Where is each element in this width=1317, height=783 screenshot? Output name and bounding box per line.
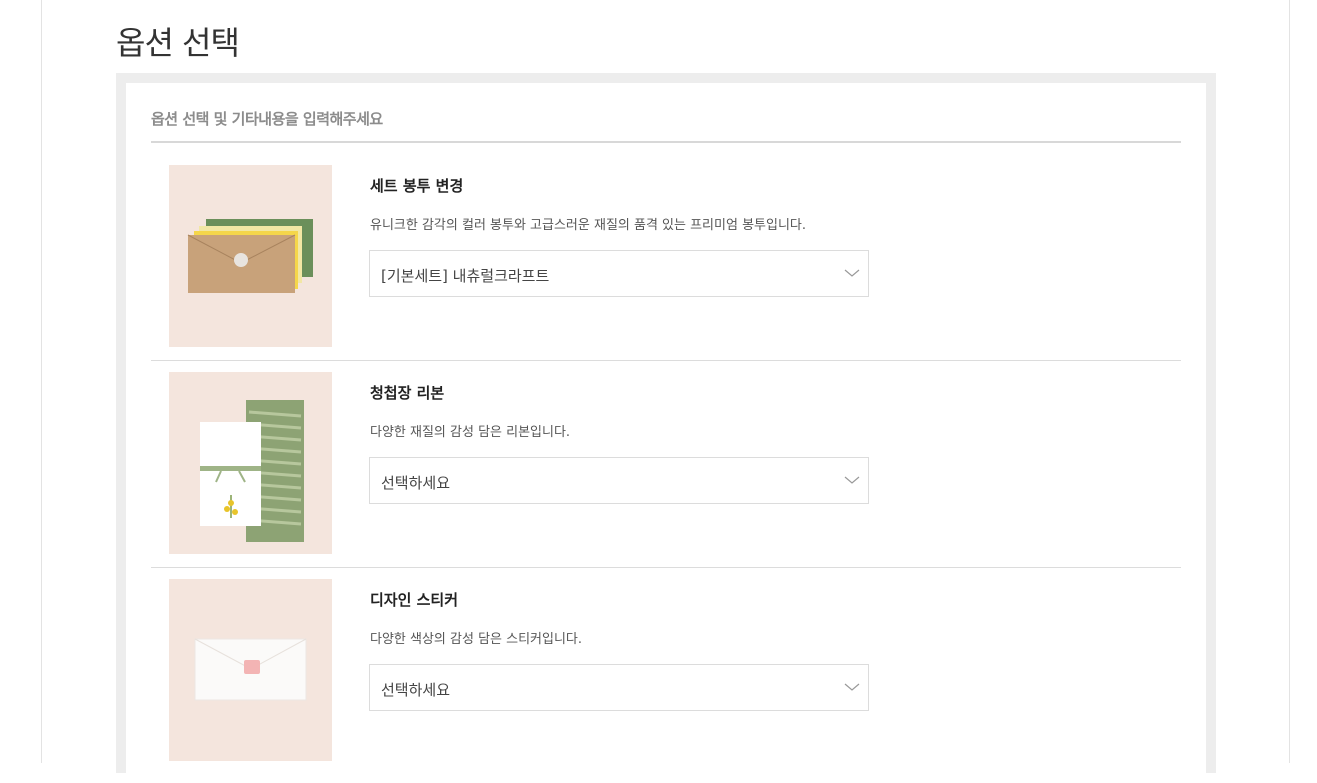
select-value: 선택하세요 bbox=[381, 474, 451, 492]
option-row-ribbon: 청첩장 리본 다양한 재질의 감성 담은 리본입니다. 선택하세요 bbox=[151, 360, 1181, 568]
option-title: 청첩장 리본 bbox=[370, 384, 445, 402]
option-description: 다양한 색상의 감성 담은 스티커입니다. bbox=[370, 632, 583, 647]
envelope-select[interactable]: [기본세트] 내츄럴크라프트 bbox=[369, 250, 869, 297]
select-value: [기본세트] 내츄럴크라프트 bbox=[381, 267, 550, 285]
chevron-down-icon bbox=[844, 683, 860, 691]
chevron-down-icon bbox=[844, 476, 860, 484]
options-panel-header: 옵션 선택 및 기타내용을 입력해주세요 bbox=[151, 110, 383, 128]
option-description: 다양한 재질의 감성 담은 리본입니다. bbox=[370, 425, 571, 440]
option-row-sticker: 디자인 스티커 다양한 색상의 감성 담은 스티커입니다. 선택하세요 bbox=[151, 567, 1181, 774]
ribbon-select[interactable]: 선택하세요 bbox=[369, 457, 869, 504]
page-title: 옵션 선택 bbox=[116, 24, 240, 62]
header-divider bbox=[151, 141, 1181, 143]
options-panel-inner: 옵션 선택 및 기타내용을 입력해주세요 세트 봉투 변경 유니크한 감각의 컬… bbox=[126, 83, 1206, 783]
sticker-envelope-image bbox=[169, 579, 332, 761]
option-row-envelope: 세트 봉투 변경 유니크한 감각의 컬러 봉투와 고급스러운 재질의 품격 있는… bbox=[151, 153, 1181, 361]
select-value: 선택하세요 bbox=[381, 681, 451, 699]
option-title: 디자인 스티커 bbox=[370, 591, 459, 609]
options-panel: 옵션 선택 및 기타내용을 입력해주세요 세트 봉투 변경 유니크한 감각의 컬… bbox=[116, 73, 1216, 783]
sticker-select[interactable]: 선택하세요 bbox=[369, 664, 869, 711]
chevron-down-icon bbox=[844, 269, 860, 277]
ribbon-invitation-image bbox=[169, 372, 332, 554]
option-description: 유니크한 감각의 컬러 봉투와 고급스러운 재질의 품격 있는 프리미엄 봉투입… bbox=[370, 218, 807, 233]
envelope-set-image bbox=[169, 165, 332, 347]
option-title: 세트 봉투 변경 bbox=[370, 177, 464, 195]
